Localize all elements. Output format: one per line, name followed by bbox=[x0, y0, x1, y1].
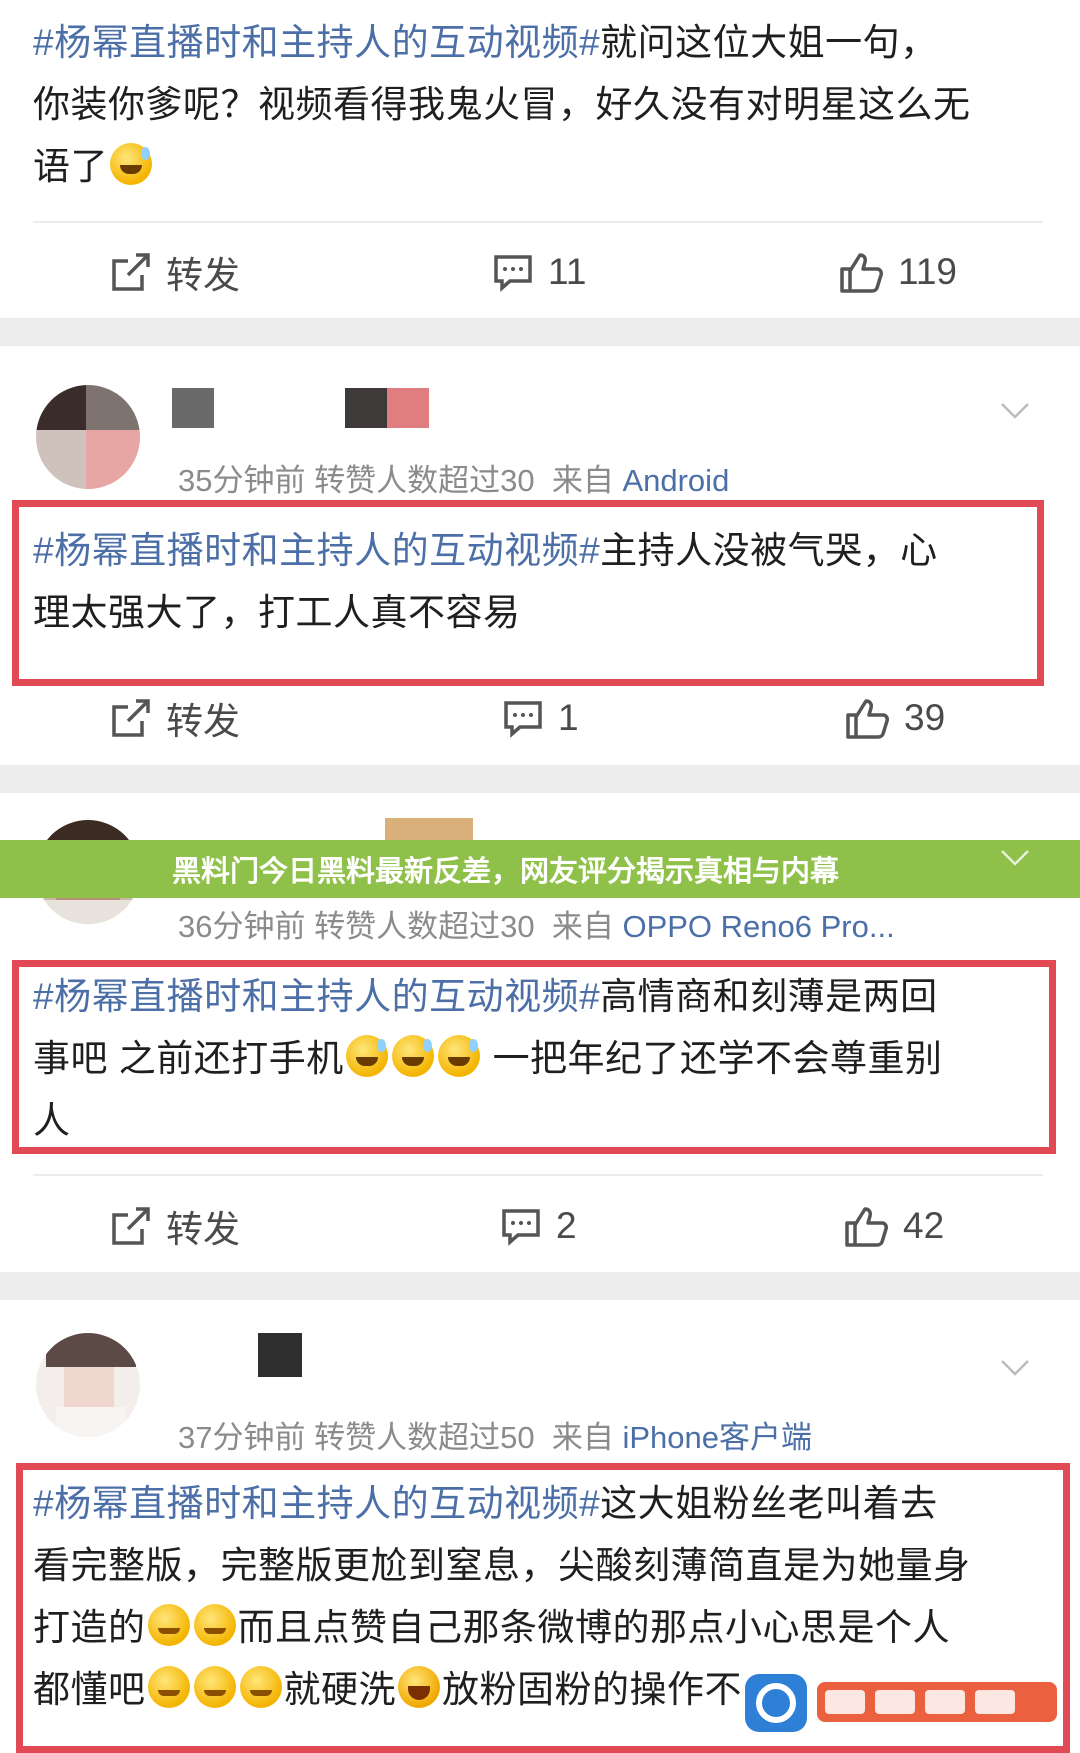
post-meta: 35分钟前 转赞人数超过30 来自 Android bbox=[178, 463, 730, 498]
post-2-text: #杨幂直播时和主持人的互动视频#主持人没被气哭，心 理太强大了，打工人真不容易 bbox=[33, 530, 938, 633]
laugh-cry-emoji bbox=[398, 1666, 440, 1708]
post-1-text: #杨幂直播时和主持人的互动视频#就问这位大姐一句， 你装你爹呢？视频看得我鬼火冒… bbox=[33, 22, 971, 187]
smile-emoji bbox=[147, 1666, 190, 1708]
repost-icon bbox=[112, 1207, 150, 1245]
like-button[interactable]: 42 bbox=[843, 1186, 944, 1266]
post-meta: 37分钟前 转赞人数超过50 来自 iPhone客户端 bbox=[178, 1420, 812, 1455]
post-3-text: #杨幂直播时和主持人的互动视频#高情商和刻薄是两回 事吧 之前还打手机 一把年纪… bbox=[33, 976, 943, 1141]
grin-sweat-emoji bbox=[345, 1035, 388, 1077]
smile-emoji bbox=[193, 1666, 236, 1708]
grin-sweat-emoji bbox=[437, 1035, 480, 1077]
watermark-logo bbox=[745, 1674, 1057, 1732]
post-1-hashtag[interactable]: #杨幂直播时和主持人的互动视频# bbox=[33, 22, 600, 63]
repost-button[interactable]: 转发 bbox=[110, 678, 240, 758]
section-separator bbox=[0, 1272, 1080, 1300]
post-meta: 36分钟前 转赞人数超过30 来自 OPPO Reno6 Pro... bbox=[178, 909, 895, 944]
repost-button[interactable]: 转发 bbox=[110, 232, 240, 312]
comment-button[interactable]: 1 bbox=[502, 678, 579, 758]
repost-button[interactable]: 转发 bbox=[110, 1186, 240, 1266]
smile-emoji bbox=[193, 1604, 236, 1646]
like-icon bbox=[846, 699, 889, 739]
avatar[interactable] bbox=[36, 1333, 140, 1437]
like-icon bbox=[845, 1207, 888, 1247]
section-separator bbox=[0, 318, 1080, 346]
like-button[interactable]: 39 bbox=[844, 678, 945, 758]
user-badge-blurred bbox=[387, 388, 429, 428]
comment-icon bbox=[502, 1209, 540, 1246]
chevron-down-icon[interactable] bbox=[1000, 842, 1030, 872]
post-2-actions: 转发 1 39 bbox=[0, 678, 1080, 758]
smile-emoji bbox=[147, 1604, 190, 1646]
avatar[interactable] bbox=[36, 385, 140, 489]
overlay-banner: 黑料门今日黑料最新反差，网友评分揭示真相与内幕 bbox=[0, 840, 1080, 898]
repost-icon bbox=[112, 699, 150, 737]
section-separator bbox=[0, 765, 1080, 793]
like-button[interactable]: 119 bbox=[838, 232, 957, 312]
username-blurred[interactable] bbox=[258, 1333, 302, 1377]
post-3-actions: 转发 2 42 bbox=[0, 1186, 1080, 1266]
repost-icon bbox=[112, 253, 150, 291]
comment-icon bbox=[504, 701, 542, 738]
user-badge-blurred bbox=[345, 388, 387, 428]
divider bbox=[33, 1174, 1043, 1176]
comment-button[interactable]: 11 bbox=[492, 232, 586, 312]
post-1-actions: 转发 11 119 bbox=[0, 232, 1080, 312]
comment-icon bbox=[494, 255, 532, 292]
like-icon bbox=[840, 253, 883, 293]
chevron-down-icon[interactable] bbox=[1000, 1352, 1030, 1382]
chevron-down-icon[interactable] bbox=[1000, 395, 1030, 425]
comment-button[interactable]: 2 bbox=[500, 1186, 577, 1266]
grin-sweat-emoji bbox=[110, 143, 152, 185]
smile-emoji bbox=[239, 1666, 282, 1708]
grin-sweat-emoji bbox=[391, 1035, 434, 1077]
username-blurred[interactable] bbox=[172, 388, 214, 428]
divider bbox=[33, 221, 1043, 223]
